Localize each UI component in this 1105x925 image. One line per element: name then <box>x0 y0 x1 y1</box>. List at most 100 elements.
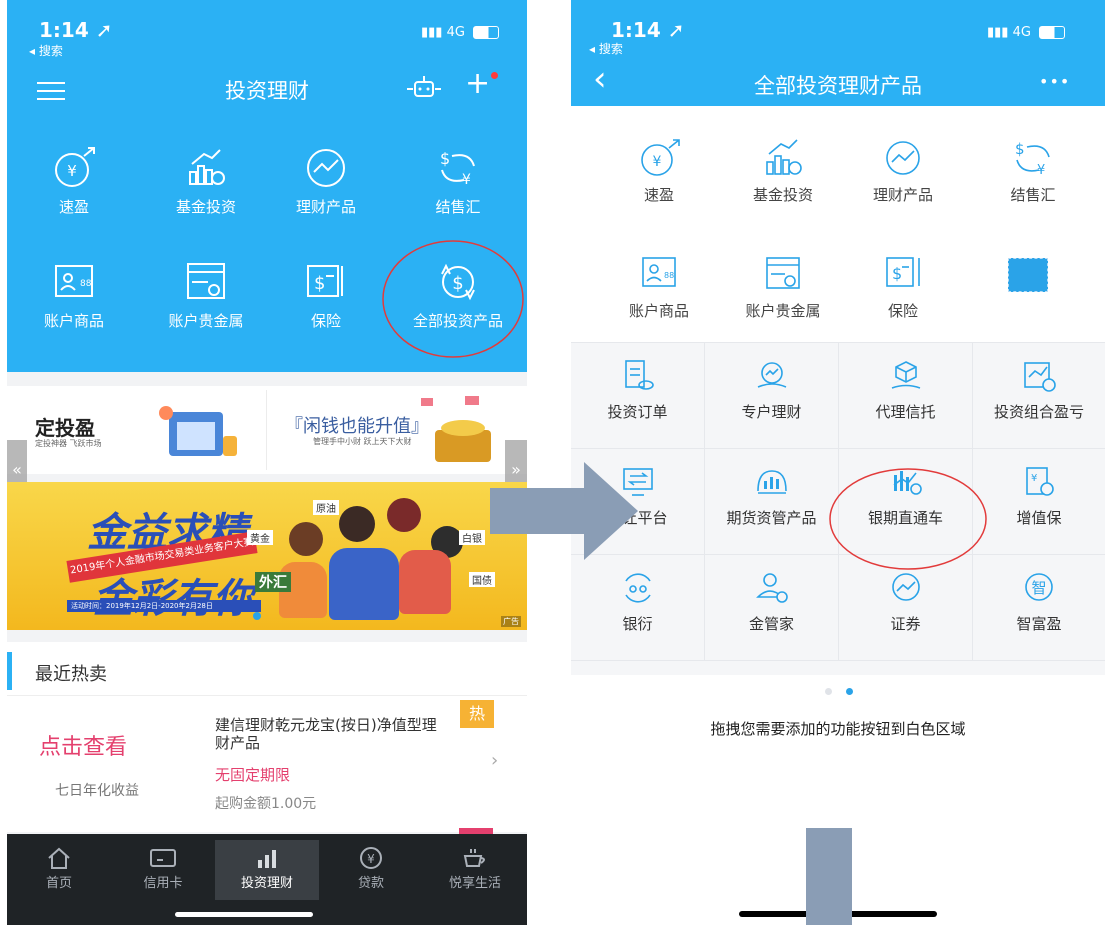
robot-icon[interactable] <box>405 72 443 102</box>
cell-private-wealth[interactable]: 专户理财 <box>705 343 839 449</box>
tab-loan[interactable]: ¥ 贷款 <box>319 840 423 900</box>
hand-chart-icon <box>757 362 786 388</box>
plus-button[interactable]: + <box>465 66 490 101</box>
banner-tag-fx: 外汇 <box>255 572 291 592</box>
promo-left-title[interactable]: 定投盈 <box>35 412 95 441</box>
promo-right-subtitle: 管理手中小财 跃上天下大财 <box>313 437 412 446</box>
grid-item-fx[interactable]: $ ¥ 结售汇 <box>408 146 508 217</box>
product-cta[interactable]: 点击查看 <box>39 729 127 761</box>
promo-right-title[interactable]: 『闲钱也能升值』 <box>285 412 429 438</box>
annotation-down-bar <box>806 828 852 925</box>
cell-label: 期货资管产品 <box>726 509 817 527</box>
ad-label: 广告 <box>501 616 521 627</box>
grid-item-suying[interactable]: ¥ 速盈 <box>609 138 709 205</box>
grid-label: 基金投资 <box>752 186 813 204</box>
cell-portfolio-pnl[interactable]: 投资组合盈亏 <box>973 343 1105 449</box>
banner-characters-illustration <box>269 492 499 620</box>
order-icon <box>624 360 654 390</box>
tab-home[interactable]: 首页 <box>7 840 111 900</box>
network-label: 4G <box>1012 25 1031 40</box>
empty-drop-slot[interactable] <box>1008 258 1048 292</box>
grid-item-metal[interactable]: 账户贵金属 <box>156 260 256 331</box>
fund-chart-icon <box>189 149 225 185</box>
highlight-circle <box>382 240 524 358</box>
banner-date: 活动时间：2019年12月2日-2020年2月28日 <box>67 600 261 612</box>
page-title: 全部投资理财产品 <box>754 74 922 98</box>
card-icon <box>150 849 176 867</box>
portfolio-icon <box>1024 362 1056 392</box>
tab-life[interactable]: 悦享生活 <box>423 840 527 900</box>
promo-left-subtitle: 定投神器 飞跃市场 <box>35 439 102 448</box>
tab-label: 投资理财 <box>240 876 293 891</box>
status-indicators: ▮▮▮ 4G <box>421 25 500 40</box>
grid-item-wealth[interactable]: 理财产品 <box>276 146 376 217</box>
grid-item-account-goods[interactable]: 88 账户商品 <box>609 254 709 321</box>
chevron-right-icon[interactable]: › <box>491 750 498 771</box>
product-name[interactable]: 建信理财乾元龙宝(按日)净值型理财产品 <box>215 716 445 752</box>
bar-chart-icon <box>258 850 276 868</box>
cell-futures-products[interactable]: 期货资管产品 <box>705 449 839 555</box>
banner-tag-silver: 白银 <box>459 530 485 545</box>
grid-label: 结售汇 <box>1010 186 1056 204</box>
grid-item-fund[interactable]: 基金投资 <box>728 138 838 205</box>
svg-text:88: 88 <box>80 279 92 289</box>
grid-label: 账户商品 <box>628 302 689 320</box>
status-back-link[interactable]: ◂ 搜索 <box>29 42 63 59</box>
product-min-amount: 起购金额1.00元 <box>215 796 317 812</box>
insurance-icon: $ <box>886 257 920 287</box>
grid-item-wealth[interactable]: 理财产品 <box>853 138 953 205</box>
grid-label: 基金投资 <box>175 198 236 216</box>
calendar-illustration <box>153 396 245 466</box>
page-dot <box>825 688 832 695</box>
cell-gold-butler[interactable]: 金管家 <box>705 555 839 661</box>
section-divider <box>7 695 527 696</box>
gold-chest-illustration <box>417 394 501 468</box>
svg-text:$: $ <box>314 273 325 294</box>
banner-tag-gold: 黄金 <box>247 530 273 545</box>
cell-label: 代理信托 <box>875 403 936 421</box>
svg-text:$: $ <box>892 264 902 283</box>
grid-item-suying[interactable]: ¥ 速盈 <box>24 146 124 217</box>
grid-item-metal[interactable]: 账户贵金属 <box>728 254 838 321</box>
status-time: 1:14 ➚ <box>611 18 685 42</box>
grid-label: 速盈 <box>643 186 674 204</box>
butler-icon <box>755 573 788 603</box>
battery-icon <box>473 26 500 39</box>
signal-icon: ▮▮▮ <box>987 25 1009 40</box>
network-label: 4G <box>446 25 465 40</box>
cell-label: 智富盈 <box>1016 615 1062 633</box>
cell-bank-derivatives[interactable]: 银衍 <box>571 555 705 661</box>
status-back-link[interactable]: ◂ 搜索 <box>589 40 623 57</box>
grid-item-insurance[interactable]: $ 保险 <box>853 254 953 321</box>
tab-invest[interactable]: 投资理财 <box>215 840 319 900</box>
drag-hint: 拖拽您需要添加的功能按钮到白色区域 <box>710 720 966 738</box>
grid-item-account-goods[interactable]: 88 账户商品 <box>24 260 124 331</box>
cell-label: 增值保 <box>1016 509 1062 527</box>
cell-invest-order[interactable]: 投资订单 <box>571 343 705 449</box>
page-dot-active <box>846 688 853 695</box>
cube-hand-icon <box>891 361 920 389</box>
grid-item-fund[interactable]: 基金投资 <box>156 146 256 217</box>
fund-chart-icon <box>766 139 802 175</box>
cell-value-protect[interactable]: ¥ 增值保 <box>973 449 1105 555</box>
yen-arrow-icon: ¥ <box>641 139 680 176</box>
highlight-circle <box>829 468 987 570</box>
grid-label: 账户贵金属 <box>745 302 821 320</box>
grid-label: 结售汇 <box>435 198 481 216</box>
grid-item-fx[interactable]: $ ¥ 结售汇 <box>983 138 1083 205</box>
cell-label: 投资组合盈亏 <box>993 403 1084 421</box>
value-icon: ¥ <box>1026 467 1054 496</box>
cell-smart-wealth[interactable]: 智 智富盈 <box>973 555 1105 661</box>
more-icon[interactable]: ••• <box>1039 72 1070 91</box>
promo-banner[interactable]: 金益求精 2019年个人金融市场交易类业务客户大赛 金彩有你 活动时间：2019… <box>7 482 527 630</box>
grid-label: 理财产品 <box>872 186 933 204</box>
cell-agency-trust[interactable]: 代理信托 <box>839 343 973 449</box>
notification-dot <box>491 72 498 79</box>
trend-circle-icon <box>886 141 920 175</box>
right-phone-screen: 1:14 ➚ ◂ 搜索 ▮▮▮ 4G ‹ 全部投资理财产品 ••• ¥ 速盈 基… <box>571 0 1105 925</box>
tab-credit-card[interactable]: 信用卡 <box>111 840 215 900</box>
section-title: 最近热卖 <box>35 664 107 685</box>
securities-icon <box>891 573 920 601</box>
grid-item-insurance[interactable]: $ 保险 <box>276 260 376 331</box>
svg-text:¥: ¥ <box>367 852 375 866</box>
